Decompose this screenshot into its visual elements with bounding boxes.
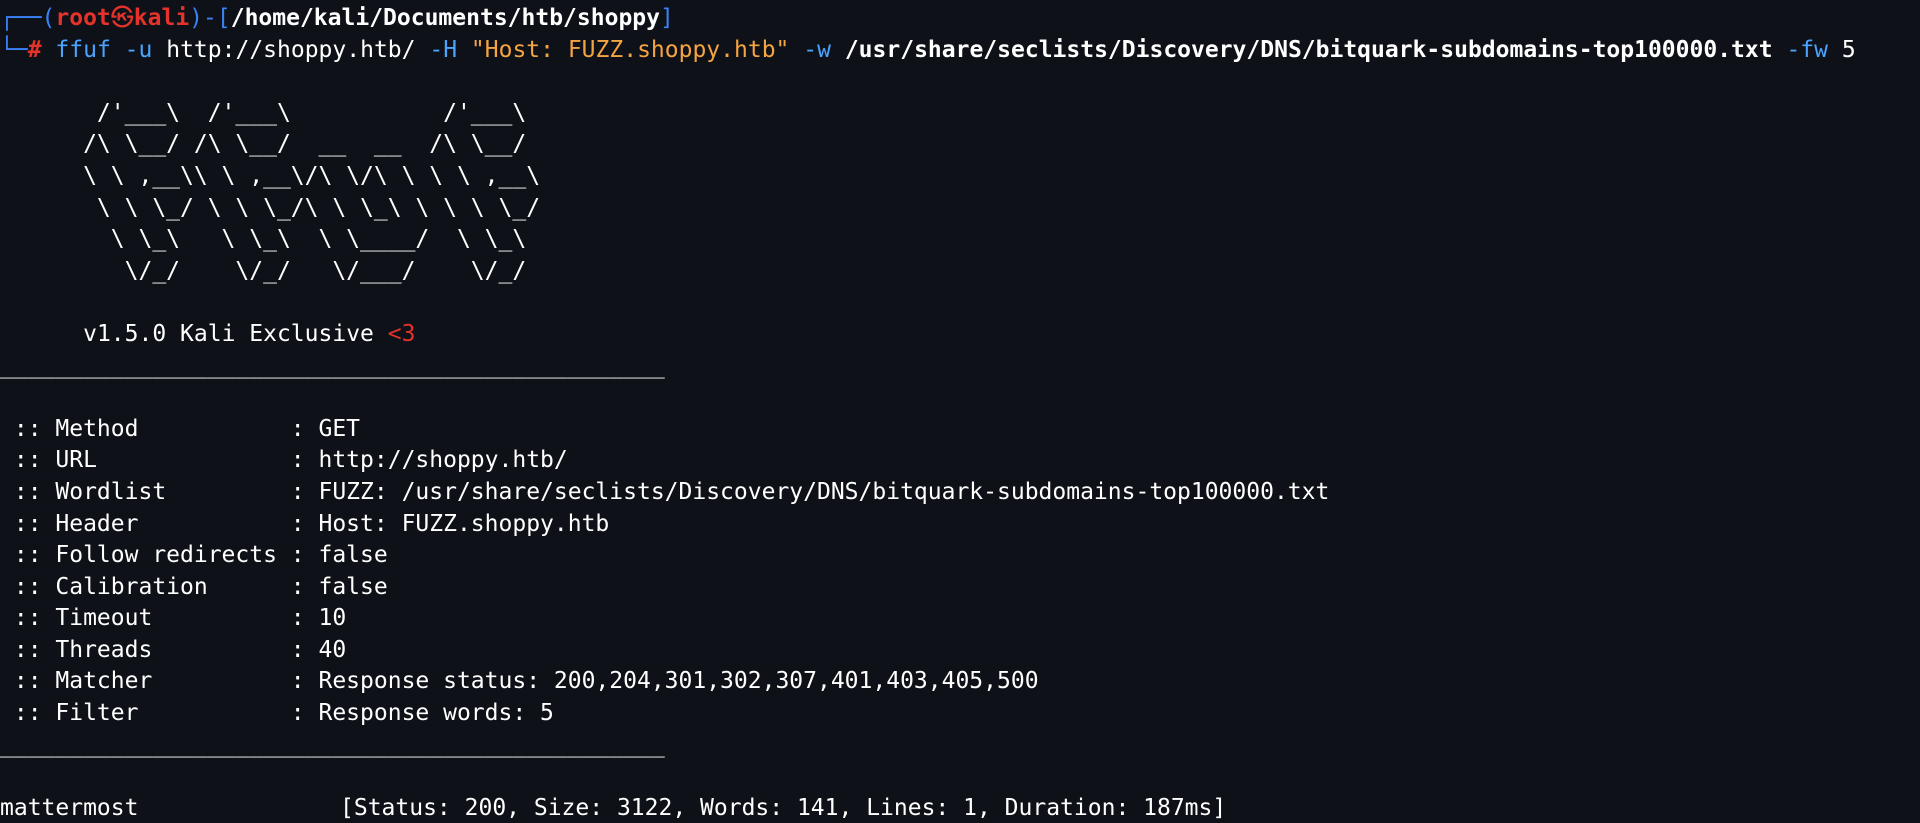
config-value: : 10	[290, 605, 347, 632]
config-key: :: URL	[0, 447, 291, 474]
flag-w: -w	[803, 36, 831, 63]
heart-text: <3	[387, 320, 416, 347]
config-key: :: Threads	[0, 636, 291, 663]
config-value: : Response words: 5	[290, 700, 554, 727]
version-line: v1.5.0 Kali Exclusive <3	[0, 319, 1920, 351]
config-key: :: Wordlist	[0, 478, 291, 505]
skull-icon: ㉿	[110, 5, 134, 31]
prompt-host: kali	[133, 5, 190, 31]
command-url: http://shoppy.htb/	[166, 36, 416, 63]
command-line[interactable]: └─# ffuf -u http://shoppy.htb/ -H "Host:…	[0, 35, 1920, 67]
config-key: :: Matcher	[0, 668, 291, 695]
command-wordlist: /usr/share/seclists/Discovery/DNS/bitqua…	[844, 36, 1773, 63]
command-header-string: "Host: FUZZ.shoppy.htb"	[470, 36, 790, 63]
divider-top: ________________________________________…	[0, 352, 665, 379]
config-row-calibration: :: Calibration : false	[0, 572, 1920, 604]
version-text: v1.5.0 Kali Exclusive	[83, 320, 374, 347]
config-value: : false	[290, 573, 388, 600]
config-key: :: Header	[0, 510, 291, 537]
flag-h: -H	[429, 36, 458, 63]
result-row: mattermost [Status: 200, Size: 3122, Word…	[0, 793, 1920, 823]
config-value: : Response status: 200,204,301,302,307,4…	[290, 668, 1039, 695]
divider-bottom: ________________________________________…	[0, 731, 665, 758]
config-key: :: Filter	[0, 700, 291, 727]
config-row-header: :: Header : Host: FUZZ.shoppy.htb	[0, 509, 1920, 541]
prompt-separator: )-[	[189, 5, 231, 31]
config-list: :: Method : GET :: URL : http://shoppy.h…	[0, 414, 1920, 730]
result-name: mattermost	[0, 794, 139, 821]
command-name: ffuf	[55, 36, 111, 63]
config-value: : FUZZ: /usr/share/seclists/Discovery/DN…	[290, 478, 1330, 505]
command-fw-value: 5	[1841, 36, 1856, 63]
ffuf-ascii-banner: /'___\ /'___\ /'___\ /\ \__/ /\ \__/ __ …	[83, 99, 541, 284]
config-value: : false	[290, 542, 388, 569]
prompt-path: /home/kali/Documents/htb/shoppy	[230, 5, 660, 31]
prompt-hash: #	[27, 36, 42, 63]
config-key: :: Follow redirects	[0, 542, 291, 569]
config-key: :: Timeout	[0, 605, 291, 632]
config-value: : 40	[290, 636, 347, 663]
prompt-close-bracket: ]	[659, 5, 674, 31]
flag-fw: -fw	[1786, 36, 1828, 63]
prompt-user: root	[55, 5, 111, 31]
config-row-filter: :: Filter : Response words: 5	[0, 698, 1920, 730]
prompt-corner-top: ┌──(	[0, 5, 56, 31]
terminal-window[interactable]: ┌──(root㉿kali)-[/home/kali/Documents/htb…	[0, 0, 1920, 823]
flag-u: -u	[124, 36, 153, 63]
prompt-corner-bottom: └─	[0, 36, 28, 63]
config-value: : Host: FUZZ.shoppy.htb	[290, 510, 610, 537]
config-key: :: Calibration	[0, 573, 291, 600]
config-row-url: :: URL : http://shoppy.htb/	[0, 445, 1920, 477]
config-row-matcher: :: Matcher : Response status: 200,204,30…	[0, 666, 1920, 698]
config-row-timeout: :: Timeout : 10	[0, 603, 1920, 635]
result-details: [Status: 200, Size: 3122, Words: 141, Li…	[340, 794, 1227, 821]
config-value: : GET	[290, 415, 361, 442]
config-value: : http://shoppy.htb/	[290, 447, 568, 474]
config-key: :: Method	[0, 415, 291, 442]
config-row-method: :: Method : GET	[0, 414, 1920, 446]
config-row-threads: :: Threads : 40	[0, 635, 1920, 667]
config-row-wordlist: :: Wordlist : FUZZ: /usr/share/seclists/…	[0, 477, 1920, 509]
config-row-follow-redirects: :: Follow redirects : false	[0, 540, 1920, 572]
prompt-line-top: ┌──(root㉿kali)-[/home/kali/Documents/htb…	[0, 3, 1920, 35]
